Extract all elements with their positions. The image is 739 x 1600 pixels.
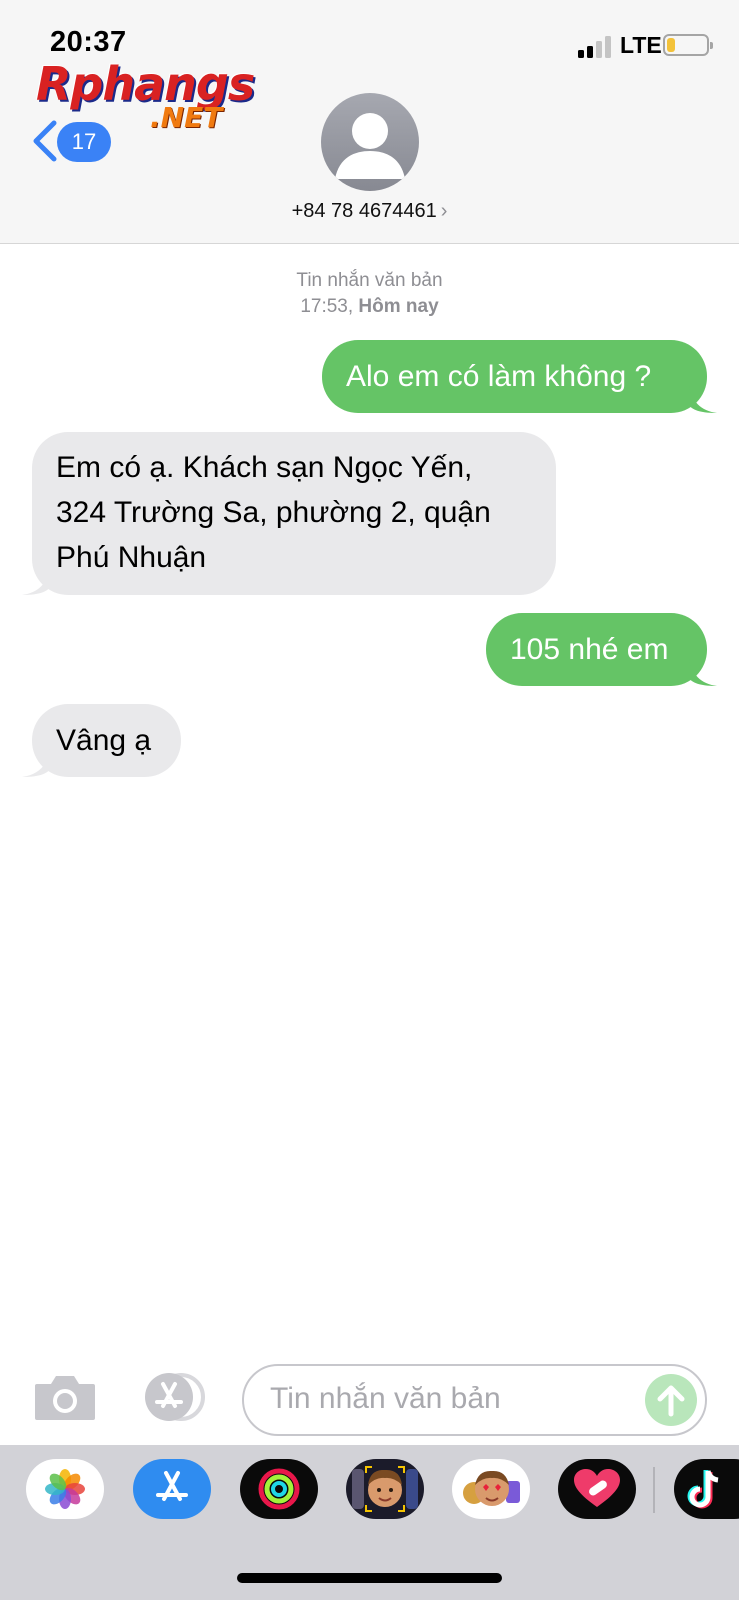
- unread-count-badge: 17: [57, 122, 111, 162]
- bubble-tail: [22, 567, 50, 595]
- bubble-tail: [689, 385, 717, 413]
- conversation-header: 20:37 LTE Rphangs .NET 17 +84 78 4674461…: [0, 0, 739, 244]
- activity-icon: [258, 1468, 300, 1510]
- drawer-divider: [653, 1467, 655, 1513]
- contact-phone: +84 78 4674461: [291, 200, 437, 222]
- camera-icon[interactable]: [33, 1372, 97, 1422]
- arrow-up-icon: [657, 1385, 685, 1417]
- app-store-app-button[interactable]: [133, 1459, 211, 1519]
- home-indicator[interactable]: [237, 1573, 502, 1583]
- contact-name[interactable]: +84 78 4674461 ›: [0, 200, 739, 223]
- send-button[interactable]: [645, 1374, 697, 1426]
- battery-icon: [663, 34, 713, 56]
- app-store-icon: [156, 1471, 188, 1501]
- animoji-stickers-app-button[interactable]: [452, 1459, 530, 1519]
- timestamp-time: 17:53,: [300, 296, 354, 317]
- tiktok-app-button[interactable]: [674, 1459, 739, 1519]
- memoji-app-button[interactable]: [346, 1459, 424, 1519]
- message-text-line: Em có ạ. Khách sạn Ngọc Yến,: [56, 451, 473, 484]
- timestamp-day: Hôm nay: [358, 296, 439, 317]
- outgoing-message-bubble[interactable]: 105 nhé em: [486, 613, 717, 686]
- message-text-line: 324 Trường Sa, phường 2, quận: [56, 496, 491, 529]
- network-type: LTE: [620, 32, 662, 58]
- photos-icon: [45, 1469, 85, 1509]
- heart-sticker-app-button[interactable]: [558, 1459, 636, 1519]
- animoji-stickers-icon: [463, 1470, 520, 1506]
- message-text: Alo em có làm không ?: [346, 360, 652, 393]
- back-button[interactable]: 17: [30, 116, 115, 166]
- outgoing-message-bubble[interactable]: Alo em có làm không ?: [322, 340, 717, 413]
- watermark-suffix: .NET: [150, 101, 223, 134]
- message-timestamp: 17:53, Hôm nay: [0, 296, 739, 318]
- chevron-right-icon: ›: [440, 200, 448, 222]
- message-input-placeholder: Tin nhắn văn bản: [270, 1382, 501, 1415]
- contact-avatar[interactable]: [321, 93, 419, 191]
- message-type-label: Tin nhắn văn bản: [296, 270, 443, 291]
- message-text: 105 nhé em: [510, 633, 669, 666]
- incoming-message-bubble[interactable]: Em có ạ. Khách sạn Ngọc Yến, 324 Trường …: [22, 432, 556, 595]
- battery-level: [667, 38, 675, 52]
- incoming-message-bubble[interactable]: Vâng ạ: [22, 704, 181, 777]
- bubble-tail: [22, 749, 50, 777]
- person-silhouette-icon: [335, 113, 405, 179]
- memoji-icon: [352, 1466, 418, 1512]
- bubble-tail: [689, 658, 717, 686]
- message-input[interactable]: Tin nhắn văn bản: [242, 1364, 707, 1436]
- app-store-button-icon[interactable]: [137, 1372, 209, 1422]
- message-text: Vâng ạ: [56, 724, 152, 757]
- activity-app-button[interactable]: [240, 1459, 318, 1519]
- status-time: 20:37: [50, 26, 127, 58]
- imessage-app-drawer: [0, 1445, 739, 1600]
- heart-sticker-icon: [574, 1469, 620, 1507]
- tiktok-icon: [687, 1470, 719, 1509]
- chevron-left-icon: [33, 120, 57, 162]
- message-text-line: Phú Nhuận: [56, 541, 207, 574]
- photos-app-button[interactable]: [26, 1459, 104, 1519]
- cellular-signal-icon: [578, 36, 611, 58]
